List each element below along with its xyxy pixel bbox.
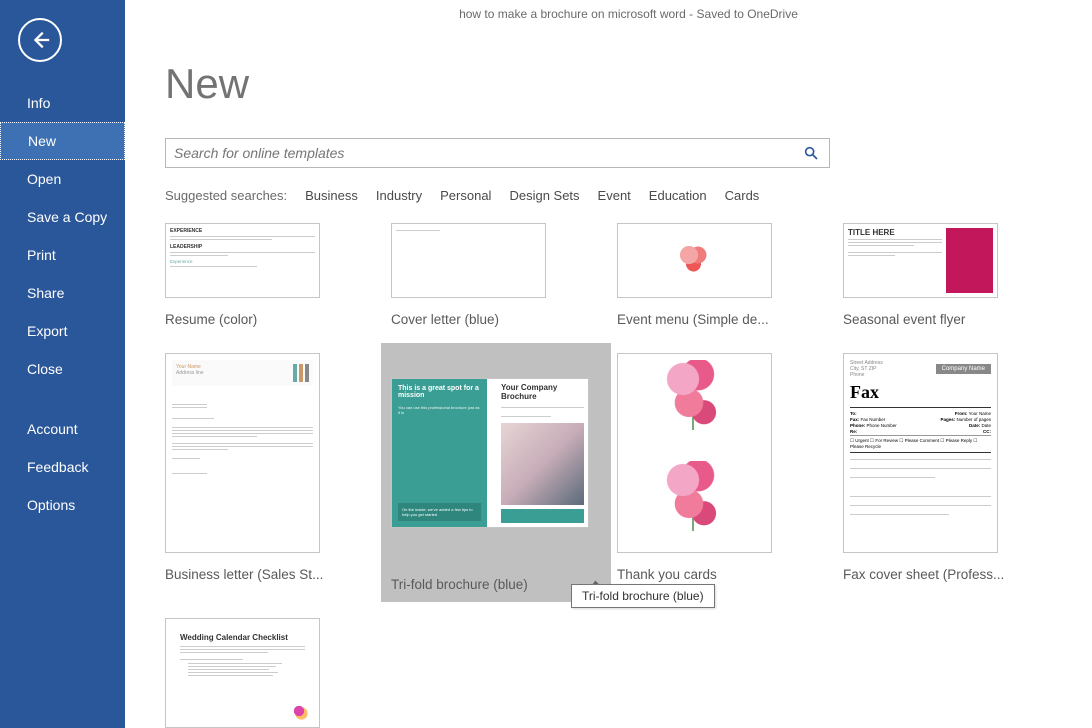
- template-label: Fax cover sheet (Profess...: [843, 567, 1043, 582]
- template-thumb: [617, 223, 772, 298]
- sidebar-item-export[interactable]: Export: [0, 312, 125, 350]
- template-wedding-checklist[interactable]: Wedding Calendar Checklist: [165, 618, 375, 728]
- template-fax-cover[interactable]: Street AddressCity, ST ZIPPhone Company …: [843, 353, 1053, 592]
- template-label: Tri-fold brochure (blue): [391, 577, 528, 592]
- main-panel: how to make a brochure on microsoft word…: [125, 0, 1092, 728]
- thumb-text: Company Name: [936, 364, 991, 374]
- template-label: Business letter (Sales St...: [165, 567, 365, 582]
- suggested-cards[interactable]: Cards: [725, 188, 760, 203]
- title-bar: how to make a brochure on microsoft word…: [165, 0, 1092, 30]
- sidebar-item-options[interactable]: Options: [0, 486, 125, 524]
- search-icon[interactable]: [801, 143, 821, 163]
- template-cover-letter-blue[interactable]: Cover letter (blue): [391, 223, 601, 327]
- template-business-letter[interactable]: Your NameAddress line Business letter (S…: [165, 353, 375, 592]
- sidebar-item-close[interactable]: Close: [0, 350, 125, 388]
- thumb-text: Your Company Brochure: [501, 383, 584, 401]
- template-trifold-brochure[interactable]: This is a great spot for a mission You c…: [391, 353, 601, 592]
- thumb-text: Wedding Calendar Checklist: [180, 633, 305, 642]
- sidebar-item-open[interactable]: Open: [0, 160, 125, 198]
- template-label: Resume (color): [165, 312, 365, 327]
- template-label: Cover letter (blue): [391, 312, 591, 327]
- template-label: Event menu (Simple de...: [617, 312, 817, 327]
- template-label: Thank you cards: [617, 567, 817, 582]
- thumb-text: This is a great spot for a mission: [398, 385, 481, 399]
- template-thumb: Street AddressCity, ST ZIPPhone Company …: [843, 353, 998, 553]
- search-input[interactable]: [174, 145, 801, 161]
- suggested-event[interactable]: Event: [598, 188, 631, 203]
- flower-icon: [680, 246, 710, 276]
- suggested-personal[interactable]: Personal: [440, 188, 491, 203]
- template-label: Seasonal event flyer: [843, 312, 1043, 327]
- suggested-searches: Suggested searches: Business Industry Pe…: [165, 188, 1092, 203]
- suggested-design-sets[interactable]: Design Sets: [509, 188, 579, 203]
- sidebar-item-info[interactable]: Info: [0, 84, 125, 122]
- thumb-text: TITLE HERE: [848, 228, 942, 237]
- sidebar-nav: Info New Open Save a Copy Print Share Ex…: [0, 84, 125, 524]
- template-thumb: This is a great spot for a mission You c…: [391, 378, 589, 528]
- thumb-text: thank you: [690, 444, 720, 451]
- template-thumb: Your NameAddress line: [165, 353, 320, 553]
- template-event-menu[interactable]: Event menu (Simple de...: [617, 223, 827, 327]
- template-seasonal-flyer[interactable]: TITLE HERE Seasonal event flyer: [843, 223, 1053, 327]
- thumb-text: Fax: [850, 382, 991, 403]
- template-resume-color[interactable]: EXPERIENCE LEADERSHIP Experience Resume …: [165, 223, 375, 327]
- suggested-industry[interactable]: Industry: [376, 188, 422, 203]
- template-thumb: EXPERIENCE LEADERSHIP Experience: [165, 223, 320, 298]
- template-thank-you-cards[interactable]: thank you thank you Thank you cards: [617, 353, 827, 592]
- backstage-sidebar: Info New Open Save a Copy Print Share Ex…: [0, 0, 125, 728]
- sidebar-item-save-a-copy[interactable]: Save a Copy: [0, 198, 125, 236]
- suggested-education[interactable]: Education: [649, 188, 707, 203]
- template-thumb: thank you thank you: [617, 353, 772, 553]
- template-grid: EXPERIENCE LEADERSHIP Experience Resume …: [165, 223, 1092, 728]
- flower-icon: [665, 360, 725, 455]
- suggested-label: Suggested searches:: [165, 188, 287, 203]
- sidebar-item-feedback[interactable]: Feedback: [0, 448, 125, 486]
- template-thumb: TITLE HERE: [843, 223, 998, 298]
- sidebar-item-share[interactable]: Share: [0, 274, 125, 312]
- tooltip: Tri-fold brochure (blue): [571, 584, 715, 608]
- thumb-text: EXPERIENCE: [170, 228, 315, 234]
- back-button[interactable]: [18, 18, 62, 62]
- thumb-text: thank you: [690, 545, 720, 552]
- page-title: New: [165, 60, 1092, 108]
- suggested-business[interactable]: Business: [305, 188, 358, 203]
- search-box[interactable]: [165, 138, 830, 168]
- back-arrow-icon: [29, 29, 51, 51]
- thumb-text: LEADERSHIP: [170, 244, 315, 250]
- template-thumb: [391, 223, 546, 298]
- sidebar-item-print[interactable]: Print: [0, 236, 125, 274]
- sidebar-item-account[interactable]: Account: [0, 410, 125, 448]
- sidebar-item-new[interactable]: New: [0, 122, 125, 160]
- template-thumb: Wedding Calendar Checklist: [165, 618, 320, 728]
- flower-icon: [665, 461, 725, 553]
